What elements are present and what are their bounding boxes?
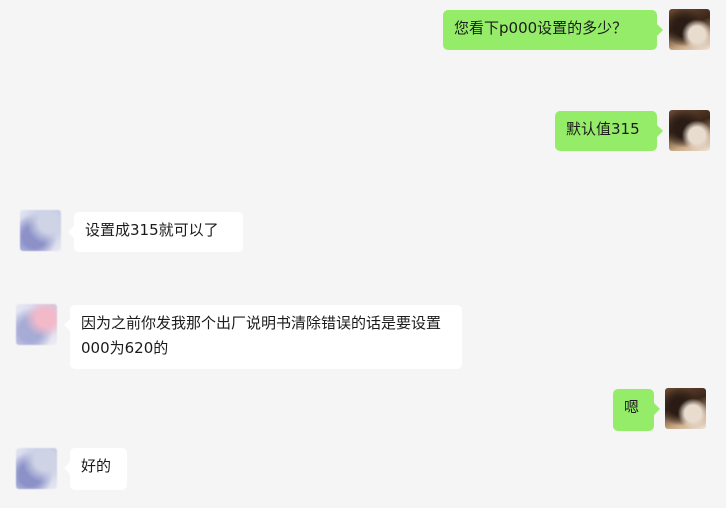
message-bubble[interactable]: 好的 <box>64 448 127 490</box>
avatar[interactable] <box>16 304 57 345</box>
avatar[interactable] <box>669 9 710 50</box>
message-bubble[interactable]: 嗯 <box>613 389 660 431</box>
message-bubble[interactable]: 默认值315 <box>555 111 663 151</box>
message-bubble[interactable]: 您看下p000设置的多少？ <box>443 10 663 50</box>
message-bubble[interactable]: 因为之前你发我那个出厂说明书清除错误的话是要设置000为620的 <box>64 305 462 369</box>
avatar[interactable] <box>20 210 61 251</box>
avatar[interactable] <box>669 110 710 151</box>
avatar[interactable] <box>665 388 706 429</box>
chat-window: 您看下p000设置的多少？ 默认值315 设置成315就可以了 因为之前你发我那… <box>0 0 726 508</box>
message-bubble[interactable]: 设置成315就可以了 <box>68 212 243 252</box>
avatar[interactable] <box>16 448 57 489</box>
